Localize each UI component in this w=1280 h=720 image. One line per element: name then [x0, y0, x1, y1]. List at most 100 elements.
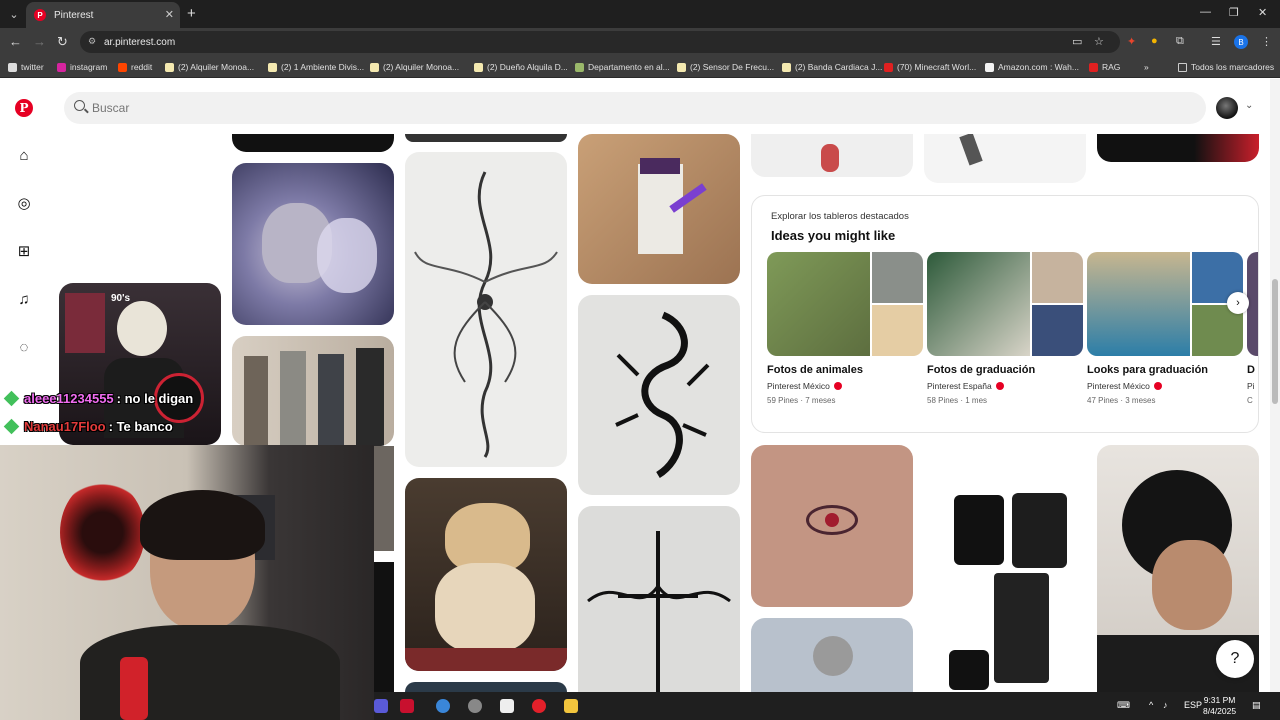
tray-notifications-icon[interactable]: ▤: [1252, 700, 1261, 711]
taskbar-clock[interactable]: 9:31 PM 8/4/2025: [1203, 695, 1236, 717]
extensions-puzzle-icon[interactable]: ⧉: [1176, 35, 1184, 48]
bookmark-item[interactable]: Amazon.com : Wah...: [985, 60, 1079, 74]
pin-sleeping-cats[interactable]: [232, 163, 394, 325]
extension-fox-icon[interactable]: ✦: [1127, 35, 1136, 48]
bookmark-label: (2) Dueño Alquila D...: [487, 62, 568, 72]
bookmark-item[interactable]: (2) Sensor De Frecu...: [677, 60, 774, 74]
pin-scorpion-tattoo[interactable]: [578, 295, 740, 495]
bookmark-favicon-icon: [268, 62, 277, 72]
bookmark-item[interactable]: reddit: [118, 60, 152, 74]
board-graduation-photos[interactable]: Fotos de graduación Pinterest España 58 …: [927, 252, 1083, 405]
taskbar-discord-icon[interactable]: [374, 699, 388, 713]
explore-compass-icon[interactable]: ◎: [14, 193, 34, 213]
board-graduation-looks[interactable]: Looks para graduación Pinterest México 4…: [1087, 252, 1243, 405]
pin-dragon-tattoo[interactable]: [405, 152, 567, 467]
bookmark-item[interactable]: Departamento en al...: [575, 60, 670, 74]
pinterest-favicon-icon: P: [34, 9, 46, 21]
tray-lang[interactable]: ESP: [1184, 700, 1202, 710]
minimize-icon[interactable]: —: [1200, 6, 1211, 18]
pin-outfits[interactable]: [232, 336, 394, 446]
new-tab-plus-icon[interactable]: +: [187, 5, 196, 22]
extension-colorful-icon[interactable]: ●: [1151, 35, 1158, 47]
notifications-bell-icon[interactable]: ♫: [14, 289, 34, 309]
tray-chevron-up-icon[interactable]: ^: [1149, 700, 1153, 710]
bookmarks-overflow-icon[interactable]: »: [1144, 60, 1149, 74]
pin-dark-edge[interactable]: [374, 562, 394, 692]
bookmark-favicon-icon: [57, 62, 66, 72]
bookmark-item[interactable]: RAG: [1089, 60, 1120, 74]
tray-keyboard-icon[interactable]: ⌨: [1117, 700, 1130, 711]
bookmark-item[interactable]: (2) Dueño Alquila D...: [474, 60, 568, 74]
tab-close-icon[interactable]: ✕: [165, 8, 174, 21]
folder-icon: [1178, 62, 1187, 72]
pin-black-outfit[interactable]: [924, 445, 1086, 692]
account-avatar[interactable]: [1216, 97, 1238, 119]
tab-search-chevron-icon[interactable]: ⌄: [4, 4, 24, 24]
scorpion-sketch-svg: [615, 311, 710, 478]
pin-dark-top-2[interactable]: [405, 134, 567, 142]
pin-cross-tattoo[interactable]: [578, 506, 740, 692]
pin-minecraft-cat[interactable]: [578, 134, 740, 284]
forward-arrow-icon[interactable]: →: [33, 34, 46, 49]
bookmark-item[interactable]: (70) Minecraft Worl...: [884, 60, 976, 74]
taskbar-capcut-icon[interactable]: [500, 699, 514, 713]
site-info-icon[interactable]: ⚙: [88, 36, 96, 47]
bookmark-item[interactable]: (2) Alquiler Monoa...: [165, 60, 254, 74]
reload-icon[interactable]: ↻: [57, 34, 68, 50]
create-plus-icon[interactable]: ⊞: [14, 241, 34, 261]
taskbar-obs-icon[interactable]: [468, 699, 482, 713]
browser-tab-bar: ⌄ P Pinterest ✕ + — ❐ ✕: [0, 0, 1280, 28]
pin-red-black[interactable]: [1097, 134, 1259, 162]
tray-volume-icon[interactable]: ♪: [1163, 700, 1168, 710]
bookmark-favicon-icon: [782, 62, 791, 72]
chat-message: Nanau17Floo : Te banco: [2, 418, 173, 435]
account-chevron-down-icon[interactable]: ⌄: [1245, 100, 1253, 111]
close-window-icon[interactable]: ✕: [1258, 6, 1267, 19]
home-icon[interactable]: ⌂: [14, 145, 34, 165]
pinterest-logo-icon[interactable]: P: [14, 98, 34, 118]
help-question-icon[interactable]: ?: [1216, 640, 1254, 678]
pin-bottom-3[interactable]: [405, 682, 567, 692]
taskbar-opera-icon[interactable]: [532, 699, 546, 713]
bookmark-item[interactable]: instagram: [57, 60, 107, 74]
pin-brush[interactable]: [751, 134, 913, 177]
restore-icon[interactable]: ❐: [1229, 6, 1239, 19]
bookmark-item[interactable]: twitter: [8, 60, 44, 74]
bookmark-item[interactable]: (2) Banda Cardiaca J...: [782, 60, 882, 74]
bookmark-star-icon[interactable]: ☆: [1094, 35, 1104, 48]
bookmark-label: Departamento en al...: [588, 62, 670, 72]
carousel-next-chevron-icon[interactable]: ›: [1227, 292, 1249, 314]
bookmark-item[interactable]: (2) Alquiler Monoa...: [370, 60, 459, 74]
board-partial[interactable]: D Pi C: [1247, 252, 1258, 405]
pin-dog-painting[interactable]: [405, 478, 567, 671]
board-meta: C: [1247, 396, 1253, 405]
search-placeholder: Buscar: [92, 101, 130, 115]
page-scrollbar[interactable]: [1270, 79, 1280, 692]
pin-outfits-edge[interactable]: [374, 446, 394, 551]
bookmark-item[interactable]: (2) 1 Ambiente Divis...: [268, 60, 364, 74]
search-input[interactable]: Buscar: [64, 92, 1206, 124]
clock-date: 8/4/2025: [1203, 706, 1237, 716]
tab-pinterest[interactable]: P Pinterest ✕: [26, 2, 180, 28]
all-bookmarks-folder[interactable]: Todos los marcadores: [1178, 60, 1274, 74]
pin-pendant[interactable]: [924, 134, 1086, 183]
reading-list-icon[interactable]: ☰: [1211, 35, 1221, 48]
bookmark-label: (2) Banda Cardiaca J...: [795, 62, 883, 72]
profile-avatar-icon[interactable]: B: [1234, 35, 1248, 49]
bookmark-label: (2) Alquiler Monoa...: [178, 62, 255, 72]
pin-eye-tattoo[interactable]: [751, 445, 913, 607]
taskbar-game-icon[interactable]: [400, 699, 414, 713]
bookmark-label: (70) Minecraft Worl...: [897, 62, 977, 72]
messages-icon[interactable]: ◌: [14, 337, 34, 357]
pin-rat[interactable]: [751, 618, 913, 692]
taskbar-chrome-icon[interactable]: [436, 699, 450, 713]
taskbar-explorer-icon[interactable]: [564, 699, 578, 713]
address-bar[interactable]: ⚙ ar.pinterest.com: [80, 31, 1120, 53]
back-arrow-icon[interactable]: ←: [9, 34, 22, 49]
browser-menu-icon[interactable]: ⋮: [1261, 35, 1272, 48]
board-animals[interactable]: Fotos de animales Pinterest México 59 Pi…: [767, 252, 923, 405]
cast-icon[interactable]: ▭: [1072, 35, 1082, 48]
pin-pants: [994, 573, 1049, 683]
scrollbar-thumb[interactable]: [1272, 279, 1278, 404]
pin-dark-top[interactable]: [232, 134, 394, 152]
